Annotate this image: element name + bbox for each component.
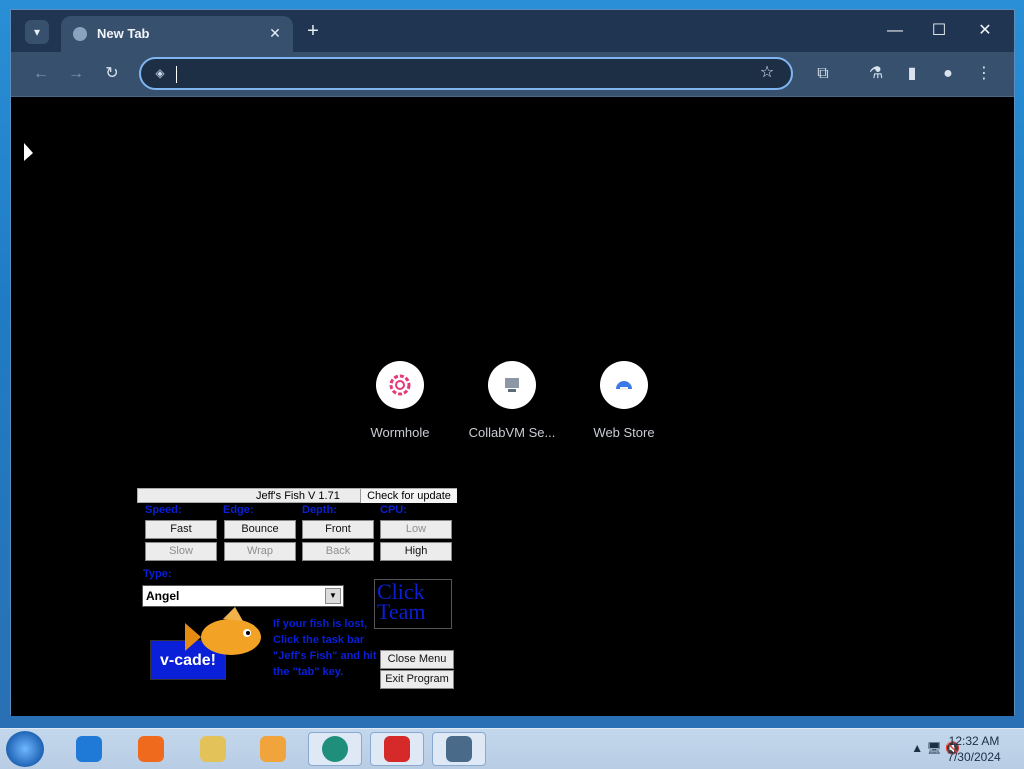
close-window-button[interactable]: ✕ <box>963 18 1007 44</box>
chrome-taskbar-icon[interactable] <box>308 732 362 766</box>
clickteam-logo: Click Team <box>374 579 452 629</box>
browser-toolbar: ← → ↻ ◈ ☆ ⧉ ⚗ ▮ ● ⋮ <box>11 52 1014 97</box>
shortcut-wormhole[interactable]: Wormhole <box>350 361 450 440</box>
media-player-icon[interactable] <box>246 732 300 766</box>
reload-button[interactable]: ↻ <box>100 62 124 86</box>
fish-icon <box>185 607 261 655</box>
high-button[interactable]: High <box>380 542 452 561</box>
jeffs-fish-title: Jeff's Fish V 1.71 <box>256 490 340 502</box>
address-bar[interactable]: ◈ ☆ <box>139 57 793 90</box>
minimize-button[interactable]: — <box>873 18 917 44</box>
jeffs-fish-menu: Jeff's Fish V 1.71 Check for update Spee… <box>137 488 457 708</box>
taskbar: ▲ 🖥 🔇 12:32 AM 7/30/2024 <box>0 728 1024 769</box>
cpu-label: CPU: <box>380 504 407 516</box>
mouse-cursor <box>24 143 33 161</box>
shortcut-label: CollabVM Se... <box>468 425 556 440</box>
tab-strip: ▾ New Tab ✕ + — ☐ ✕ <box>11 10 1014 52</box>
globe-icon <box>73 27 87 41</box>
side-panel-icon[interactable]: ▮ <box>900 62 924 86</box>
edge-label: Edge: <box>223 504 254 516</box>
profile-avatar-icon[interactable]: ● <box>936 62 960 86</box>
speed-label: Speed: <box>145 504 182 516</box>
close-menu-button[interactable]: Close Menu <box>380 650 454 669</box>
tab-search-button[interactable]: ▾ <box>25 20 49 44</box>
shortcut-webstore[interactable]: Web Store <box>574 361 674 440</box>
shortcut-collabvm[interactable]: CollabVM Se... <box>462 361 562 440</box>
bookmark-star-icon[interactable]: ☆ <box>757 63 777 83</box>
tab-new-tab[interactable]: New Tab ✕ <box>61 16 293 52</box>
extensions-icon[interactable]: ⧉ <box>811 62 835 86</box>
clock[interactable]: 12:32 AM 7/30/2024 <box>942 733 1006 765</box>
fish-type-select[interactable]: Angel ▼ <box>142 585 344 607</box>
menu-kebab-icon[interactable]: ⋮ <box>972 62 996 86</box>
low-button[interactable]: Low <box>380 520 452 539</box>
bounce-button[interactable]: Bounce <box>224 520 296 539</box>
new-tab-page: Wormhole CollabVM Se... Web Store Jeff's… <box>11 97 1014 716</box>
wormhole-icon <box>376 361 424 409</box>
internet-explorer-icon[interactable] <box>62 732 116 766</box>
start-button[interactable] <box>6 731 44 767</box>
browser-window: ▾ New Tab ✕ + — ☐ ✕ ← → ↻ ◈ ☆ ⧉ ⚗ ▮ ● ⋮ <box>10 9 1015 716</box>
clock-date: 7/30/2024 <box>947 750 1001 764</box>
network-app-taskbar-icon[interactable] <box>432 732 486 766</box>
file-explorer-icon[interactable] <box>186 732 240 766</box>
new-tab-button[interactable]: + <box>303 21 323 42</box>
back-button-fish[interactable]: Back <box>302 542 374 561</box>
shortcut-label: Web Store <box>593 425 655 440</box>
tab-title: New Tab <box>97 26 150 41</box>
clock-time: 12:32 AM <box>948 734 1000 748</box>
collabvm-icon <box>488 361 536 409</box>
shortcut-label: Wormhole <box>370 425 430 440</box>
lost-fish-message: If your fish is lost, Click the task bar… <box>273 618 377 678</box>
fish-type-value: Angel <box>146 589 180 603</box>
fast-button[interactable]: Fast <box>145 520 217 539</box>
tab-close-icon[interactable]: ✕ <box>265 23 285 43</box>
forward-button[interactable]: → <box>64 62 88 86</box>
address-input[interactable] <box>175 62 739 88</box>
maximize-button[interactable]: ☐ <box>917 18 961 44</box>
front-button[interactable]: Front <box>302 520 374 539</box>
text-caret <box>176 66 177 83</box>
depth-label: Depth: <box>302 504 337 516</box>
webstore-icon <box>600 361 648 409</box>
wrap-button[interactable]: Wrap <box>224 542 296 561</box>
labs-flask-icon[interactable]: ⚗ <box>864 62 888 86</box>
back-button[interactable]: ← <box>29 62 53 86</box>
exit-program-button[interactable]: Exit Program <box>380 670 454 689</box>
jeffs-fish-taskbar-icon[interactable] <box>370 732 424 766</box>
chevron-down-icon[interactable]: ▼ <box>325 588 341 604</box>
site-info-icon[interactable]: ◈ <box>153 66 167 80</box>
firefox-icon[interactable] <box>124 732 178 766</box>
jeffs-fish-titlebar: Jeff's Fish V 1.71 Check for update <box>137 488 457 503</box>
slow-button[interactable]: Slow <box>145 542 217 561</box>
check-update-button[interactable]: Check for update <box>360 489 457 503</box>
type-label: Type: <box>143 568 172 580</box>
